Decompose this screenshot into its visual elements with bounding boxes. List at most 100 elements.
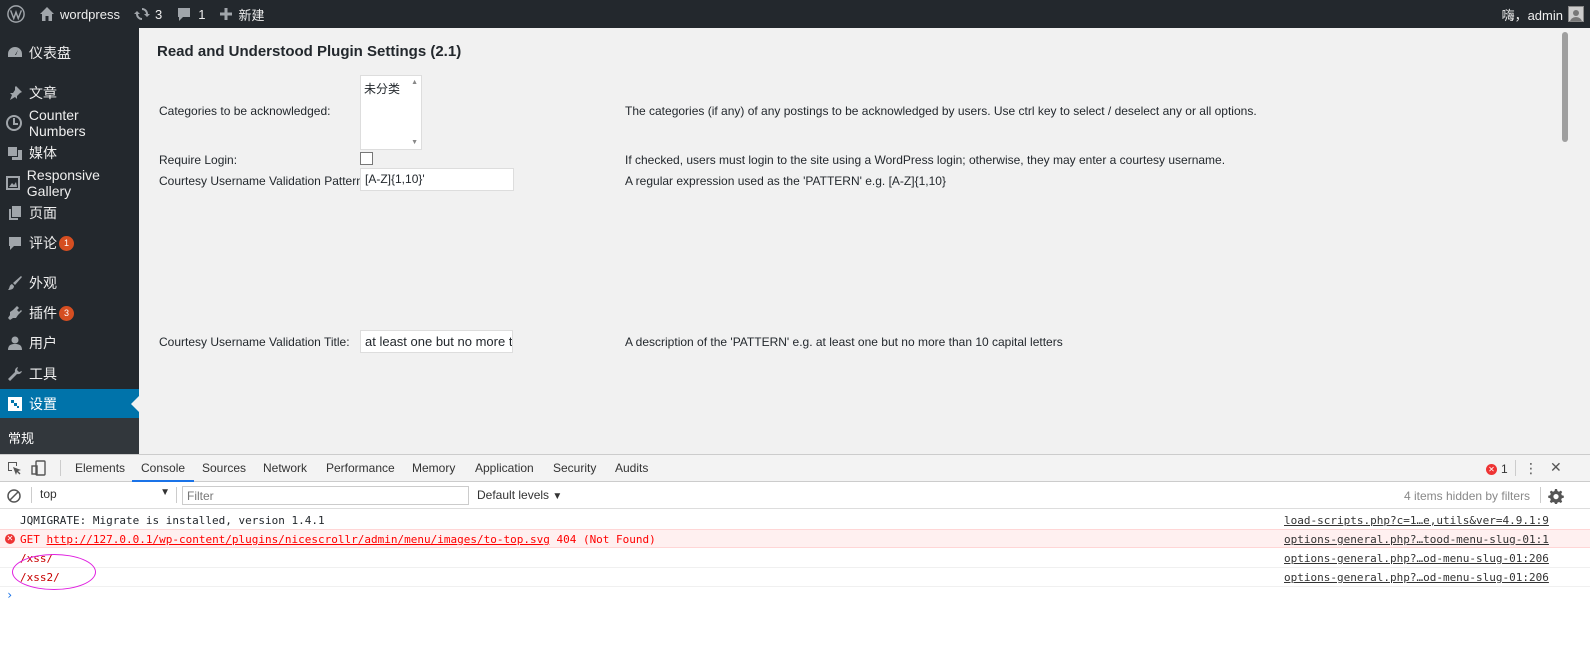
menu-comments[interactable]: 评论 1 [0,228,139,258]
updates-link[interactable]: 3 [127,0,169,28]
require-login-label: Require Login: [159,153,238,167]
gallery-icon [6,176,21,190]
menu-posts[interactable]: 文章 [0,78,139,108]
categories-select[interactable]: 未分类 ▲ ▼ [360,75,422,150]
console-prompt-icon[interactable]: › [6,588,13,602]
require-login-checkbox[interactable] [360,152,373,165]
annotation-ellipse [12,554,96,590]
page-scrollbar[interactable] [1560,28,1590,454]
updates-count: 3 [154,6,163,22]
log-source-link[interactable]: options-general.php?…tood-menu-slug-01:1 [1284,533,1549,546]
submenu-label: 常规 [8,431,35,446]
error-icon: ✕ [1486,463,1497,475]
comments-count: 1 [198,6,206,22]
menu-plugins[interactable]: 插件 3 [0,298,139,328]
pattern-input[interactable]: [A-Z]{1,10}' [360,168,514,191]
more-options-icon[interactable]: ⋮ [1524,460,1538,476]
tab-network[interactable]: Network [263,455,307,482]
my-account-link[interactable]: 嗨，admin [1495,0,1590,28]
filter-input[interactable]: Filter [182,486,469,505]
title-label: Courtesy Username Validation Title: [159,335,350,349]
plugin-icon [7,306,22,320]
submenu-general[interactable]: 常规 [0,418,139,454]
site-name-link[interactable]: wordpress [32,0,127,28]
wrench-icon [7,367,22,381]
menu-label: 媒体 [29,145,57,161]
tab-application[interactable]: Application [475,455,534,482]
scrollbar-thumb[interactable] [1562,32,1568,142]
categories-label: Categories to be acknowledged: [159,104,331,118]
avatar [1568,6,1584,22]
scroll-up-arrow-icon[interactable]: ▲ [411,79,418,86]
console-log-row: /xss2/ options-general.php?…od-menu-slug… [0,568,1590,587]
wordpress-logo-icon [7,5,25,23]
menu-label: 评论 [29,235,57,251]
settings-page: Read and Understood Plugin Settings (2.1… [139,28,1560,454]
comment-icon [178,8,191,21]
tab-performance[interactable]: Performance [326,455,395,482]
error-counter[interactable]: ✕ 1 [1486,462,1508,476]
menu-counter-numbers[interactable]: Counter Numbers [0,107,139,139]
tab-sources[interactable]: Sources [202,455,246,482]
media-icon [7,147,22,160]
menu-label: 工具 [29,366,57,382]
log-source-link[interactable]: options-general.php?…od-menu-slug-01:206 [1284,571,1549,584]
tab-memory[interactable]: Memory [412,455,455,482]
clock-icon [6,115,23,131]
menu-label: 插件 [29,305,57,321]
log-message: GET http://127.0.0.1/wp-content/plugins/… [20,533,656,546]
scroll-down-arrow-icon[interactable]: ▼ [411,139,418,146]
menu-media[interactable]: 媒体 [0,138,139,168]
clear-console-icon[interactable] [6,488,22,504]
categories-description: The categories (if any) of any postings … [625,104,1257,118]
menu-label: 文章 [29,85,57,101]
log-source-link[interactable]: options-general.php?…od-menu-slug-01:206 [1284,552,1549,565]
log-source-link[interactable]: load-scripts.php?c=1…e,utils&ver=4.9.1:9 [1284,514,1549,527]
user-icon [7,336,22,350]
tab-security[interactable]: Security [553,455,596,482]
menu-users[interactable]: 用户 [0,328,139,358]
title-input[interactable]: at least one but no more t [360,330,513,353]
menu-appearance[interactable]: 外观 [0,268,139,298]
menu-responsive-gallery[interactable]: Responsive Gallery [0,167,139,199]
hidden-items-info: 4 items hidden by filters [1404,489,1531,503]
context-select[interactable]: top ▼ [40,487,170,504]
levels-label: Default levels [477,488,550,502]
menu-label: 外观 [29,275,57,291]
gear-icon[interactable] [1548,488,1564,504]
error-count: 1 [1501,462,1508,476]
tab-elements[interactable]: Elements [75,455,125,482]
menu-label: 设置 [29,396,57,412]
comment-icon [8,237,21,250]
console-log-row: JQMIGRATE: Migrate is installed, version… [0,511,1590,530]
comments-link[interactable]: 1 [169,0,212,28]
menu-settings[interactable]: 设置 [0,389,139,419]
menu-label: 用户 [29,335,57,351]
wp-logo-menu[interactable] [0,0,32,28]
error-url-link[interactable]: http://127.0.0.1/wp-content/plugins/nice… [47,533,550,546]
devtools-tabbar: Elements Console Sources Network Perform… [0,455,1590,482]
greeting: 嗨，admin [1501,7,1563,23]
comments-badge: 1 [59,235,74,251]
tab-audits[interactable]: Audits [615,455,648,482]
menu-tools[interactable]: 工具 [0,359,139,389]
categories-option[interactable]: 未分类 [364,80,400,97]
chevron-down-icon: ▼ [160,487,170,498]
device-toolbar-icon[interactable] [31,460,47,476]
require-login-description: If checked, users must login to the site… [625,153,1226,167]
menu-dashboard[interactable]: 仪表盘 [0,38,139,68]
context-value: top [40,487,57,501]
tab-console[interactable]: Console [132,455,195,482]
inspect-element-icon[interactable] [6,460,22,476]
title-description: A description of the 'PATTERN' e.g. at l… [625,335,1063,349]
close-icon[interactable]: ✕ [1550,459,1562,475]
page-title: Read and Understood Plugin Settings (2.1… [157,43,462,60]
log-levels-select[interactable]: Default levels ▼ [477,488,562,502]
log-message: JQMIGRATE: Migrate is installed, version… [20,514,325,527]
pattern-description: A regular expression used as the 'PATTER… [625,174,946,188]
home-icon [40,7,54,21]
menu-pages[interactable]: 页面 [0,198,139,228]
console-toolbar: top ▼ Filter Default levels ▼ 4 items hi… [0,482,1590,509]
new-content-link[interactable]: 新建 [212,0,271,28]
pushpin-icon [9,86,22,100]
